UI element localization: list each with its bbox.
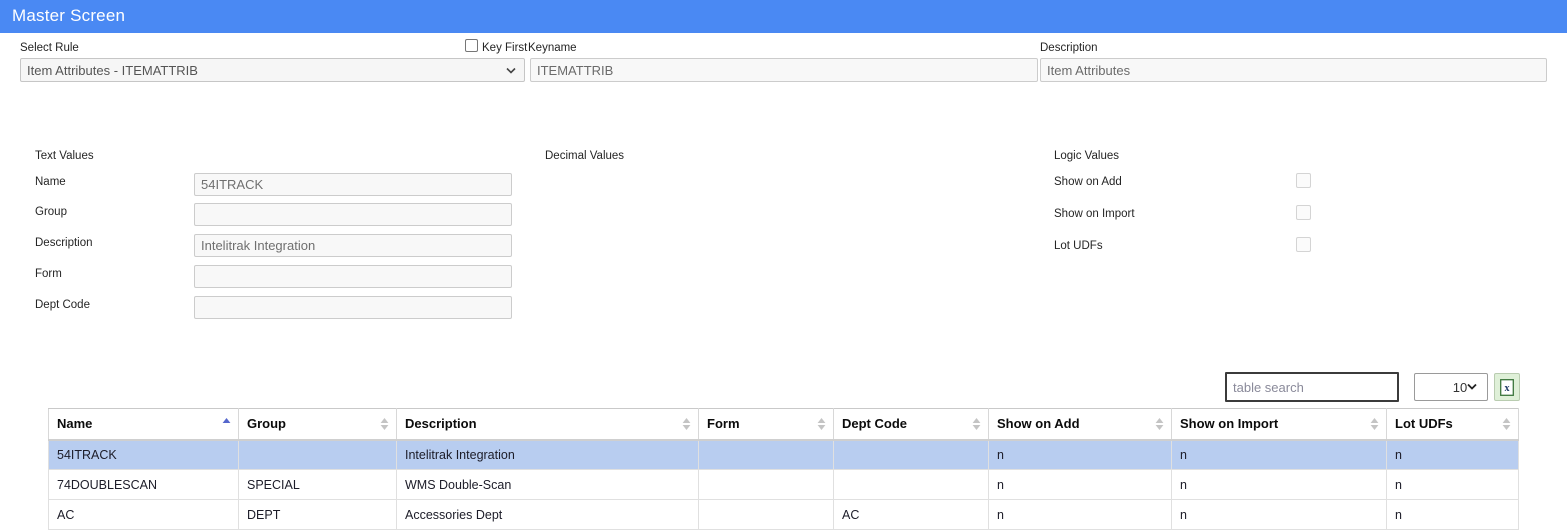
text-value-input-form[interactable] xyxy=(194,265,512,288)
sort-none-icon xyxy=(1502,417,1511,430)
key-first-checkbox[interactable] xyxy=(465,39,478,52)
description-input[interactable] xyxy=(1040,58,1547,82)
table-cell: n xyxy=(1386,469,1519,500)
keyname-label: Keyname xyxy=(528,42,577,54)
table-cell xyxy=(698,499,834,530)
table-header-label: Group xyxy=(247,416,286,432)
text-value-label-dept-code: Dept Code xyxy=(35,299,90,311)
table-cell xyxy=(833,439,989,470)
table-header-label: Dept Code xyxy=(842,416,907,432)
table-cell xyxy=(833,469,989,500)
table-cell: n xyxy=(1386,499,1519,530)
excel-export-button[interactable]: x xyxy=(1494,373,1520,401)
logic-value-checkbox-show-on-import[interactable] xyxy=(1296,205,1311,220)
table-header-group[interactable]: Group xyxy=(238,408,397,441)
table-header-label: Form xyxy=(707,416,740,432)
table-row[interactable]: 74DOUBLESCAN SPECIAL WMS Double-Scan n n n xyxy=(48,469,1519,500)
svg-text:x: x xyxy=(1505,383,1510,394)
table-cell xyxy=(238,439,397,470)
sort-ascending-icon xyxy=(222,417,231,423)
table-header-label: Lot UDFs xyxy=(1395,416,1453,432)
table-header-description[interactable]: Description xyxy=(396,408,699,441)
logic-value-label-lot-udfs: Lot UDFs xyxy=(1054,240,1103,252)
keyname-input[interactable] xyxy=(530,58,1038,82)
excel-export-icon: x xyxy=(1500,378,1514,396)
logic-value-label-show-on-add: Show on Add xyxy=(1054,176,1122,188)
text-value-label-description: Description xyxy=(35,237,93,249)
text-value-label-name: Name xyxy=(35,176,66,188)
sort-none-icon xyxy=(817,417,826,430)
description-label: Description xyxy=(1040,42,1098,54)
sort-none-icon xyxy=(1155,417,1164,430)
table-header-dept-code[interactable]: Dept Code xyxy=(833,408,989,441)
table-cell: n xyxy=(988,499,1172,530)
table-cell: AC xyxy=(48,499,239,530)
text-value-input-description[interactable] xyxy=(194,234,512,257)
table-cell: DEPT xyxy=(238,499,397,530)
rules-table: Name Group Description Form Dept Code Show on… xyxy=(48,408,1519,530)
table-cell: n xyxy=(1171,469,1387,500)
page-length-select[interactable]: 102550100 xyxy=(1414,373,1488,401)
table-header-label: Name xyxy=(57,416,93,432)
table-cell: 74DOUBLESCAN xyxy=(48,469,239,500)
table-header-name[interactable]: Name xyxy=(48,408,239,441)
table-header-show-on-import[interactable]: Show on Import xyxy=(1171,408,1387,441)
table-cell xyxy=(698,439,834,470)
sort-none-icon xyxy=(682,417,691,430)
decimal-values-section-title: Decimal Values xyxy=(545,150,625,162)
table-header-lot-udfs[interactable]: Lot UDFs xyxy=(1386,408,1519,441)
window-titlebar: Master Screen xyxy=(0,0,1567,33)
text-value-input-dept-code[interactable] xyxy=(194,296,512,319)
table-cell: n xyxy=(988,469,1172,500)
table-cell: n xyxy=(988,439,1172,470)
sort-none-icon xyxy=(1370,417,1379,430)
master-screen-window: Master Screen Select Rule Item Attribute… xyxy=(0,0,1567,530)
table-header-row: Name Group Description Form Dept Code Show on… xyxy=(48,408,1519,441)
sort-none-icon xyxy=(380,417,389,430)
table-cell: WMS Double-Scan xyxy=(396,469,699,500)
table-cell: SPECIAL xyxy=(238,469,397,500)
key-first-label: Key First xyxy=(482,42,528,54)
sort-none-icon xyxy=(972,417,981,430)
table-head: Name Group Description Form Dept Code Show on… xyxy=(48,408,1519,441)
text-value-label-group: Group xyxy=(35,206,67,218)
text-values-section-title: Text Values xyxy=(35,150,94,162)
table-row[interactable]: AC DEPT Accessories Dept AC n n n xyxy=(48,499,1519,530)
table-header-label: Description xyxy=(405,416,477,432)
table-search-input[interactable] xyxy=(1225,372,1399,402)
table-cell xyxy=(698,469,834,500)
select-rule-dropdown[interactable]: Item Attributes - ITEMATTRIB xyxy=(20,58,525,82)
table-row[interactable]: 54ITRACK Intelitrak Integration n n n xyxy=(48,439,1519,470)
table-cell: Intelitrak Integration xyxy=(396,439,699,470)
logic-values-section-title: Logic Values xyxy=(1054,150,1119,162)
table-header-label: Show on Add xyxy=(997,416,1080,432)
logic-value-label-show-on-import: Show on Import xyxy=(1054,208,1135,220)
table-body: 54ITRACK Intelitrak Integration n n n 74DOUBL… xyxy=(48,439,1519,530)
text-value-label-form: Form xyxy=(35,268,62,280)
table-header-form[interactable]: Form xyxy=(698,408,834,441)
table-cell: n xyxy=(1171,439,1387,470)
table-cell: Accessories Dept xyxy=(396,499,699,530)
table-cell: AC xyxy=(833,499,989,530)
table-header-label: Show on Import xyxy=(1180,416,1279,432)
table-cell: n xyxy=(1386,439,1519,470)
select-rule-label: Select Rule xyxy=(20,42,79,54)
text-value-input-group[interactable] xyxy=(194,203,512,226)
page-title: Master Screen xyxy=(12,6,126,25)
table-cell: n xyxy=(1171,499,1387,530)
table-cell: 54ITRACK xyxy=(48,439,239,470)
logic-value-checkbox-lot-udfs[interactable] xyxy=(1296,237,1311,252)
table-header-show-on-add[interactable]: Show on Add xyxy=(988,408,1172,441)
logic-value-checkbox-show-on-add[interactable] xyxy=(1296,173,1311,188)
text-value-input-name[interactable] xyxy=(194,173,512,196)
